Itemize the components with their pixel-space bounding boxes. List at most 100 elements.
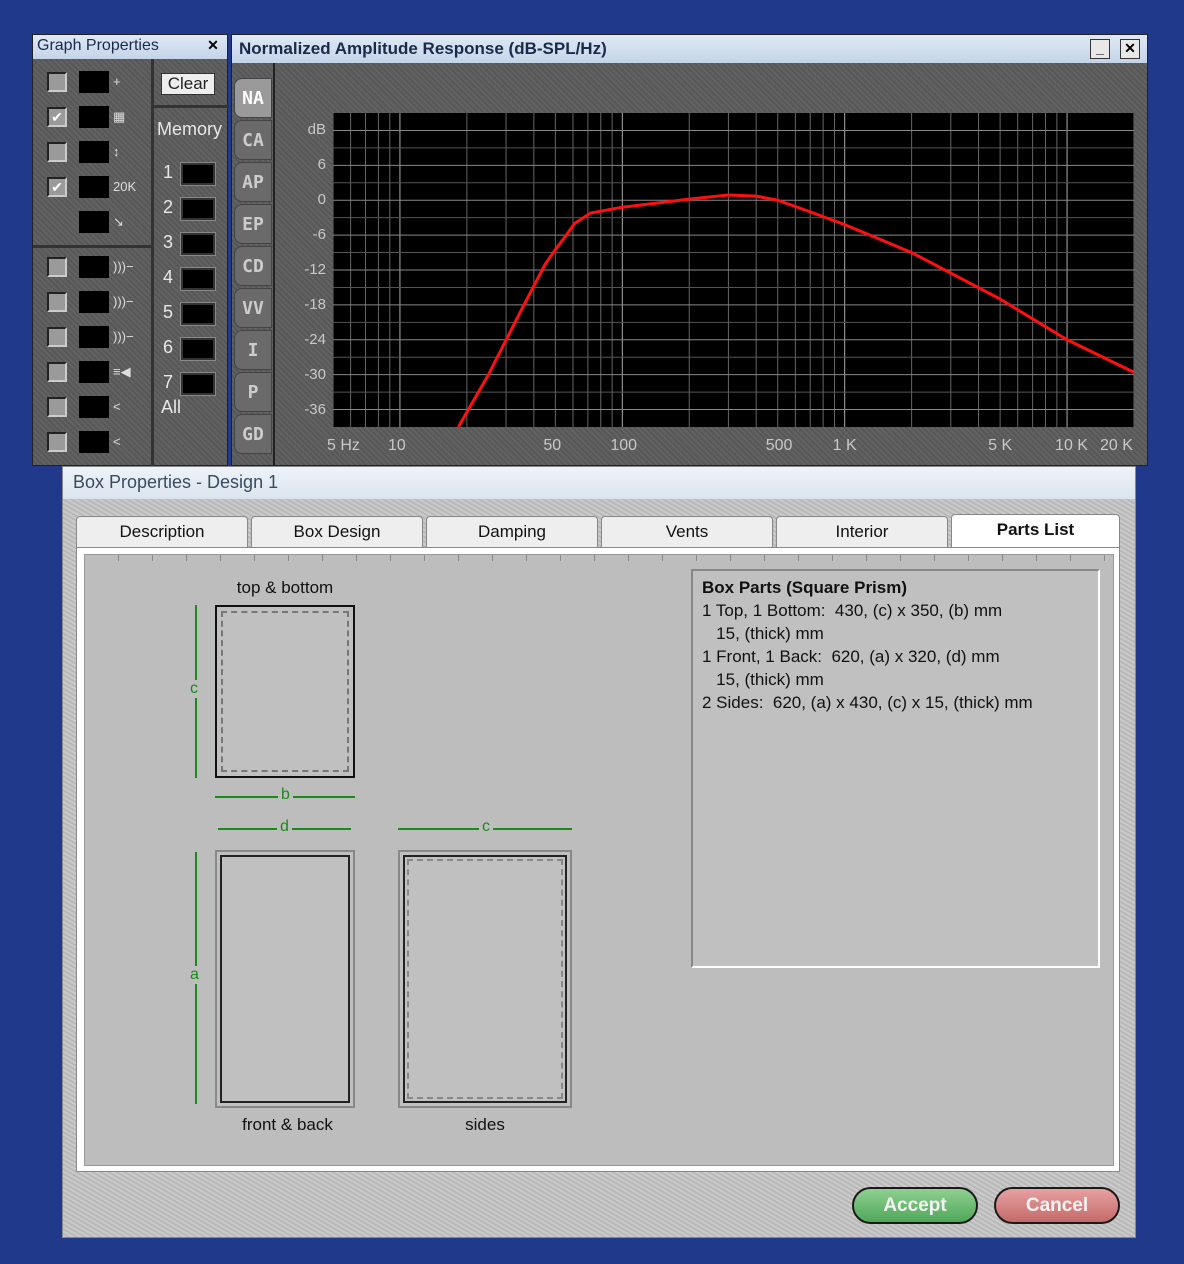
box-properties-title: Box Properties - Design 1: [73, 472, 279, 492]
parts-line: 15, (thick) mm: [702, 624, 824, 643]
extend-20k-icon: 20K: [79, 176, 139, 198]
tab-gd[interactable]: GD: [234, 414, 272, 454]
tab-p[interactable]: P: [234, 372, 272, 412]
tab-vv[interactable]: VV: [234, 288, 272, 328]
x-tick-label: 10: [387, 437, 406, 454]
y-axis-title: dB: [307, 121, 326, 139]
corner-arrow-icon: ↘: [79, 211, 139, 233]
memory-slot-6-button[interactable]: [180, 337, 216, 361]
y-tick-label: -6: [312, 226, 326, 244]
amplitude-response-plot: [333, 113, 1134, 427]
tab-ca[interactable]: CA: [234, 120, 272, 160]
option-checkbox[interactable]: [47, 432, 67, 452]
tab-description[interactable]: Description: [76, 516, 248, 548]
tab-i[interactable]: I: [234, 330, 272, 370]
close-button[interactable]: ✕: [1120, 39, 1140, 59]
tab-interior[interactable]: Interior: [776, 516, 948, 548]
y-tick-label: 0: [317, 191, 326, 209]
cancel-button[interactable]: Cancel: [994, 1187, 1120, 1224]
graph-properties-title: Graph Properties: [37, 37, 159, 54]
sides-panel: [398, 850, 572, 1108]
memory-slot-number: 5: [163, 302, 174, 322]
crosshair-icon: +: [79, 71, 139, 93]
box-properties-titlebar: Box Properties - Design 1: [63, 467, 1135, 499]
memory-slot-number: 3: [163, 232, 174, 252]
memory-slot-7-button[interactable]: [180, 372, 216, 396]
dimension-d-label: d: [277, 818, 292, 836]
driver-sound-icon: )))−: [79, 291, 139, 313]
dimension-a-label: a: [190, 966, 199, 984]
x-tick-label: 10 K: [1055, 437, 1088, 454]
tab-cd[interactable]: CD: [234, 246, 272, 286]
crossover-speaker-icon: ≡◀: [79, 361, 139, 383]
port-curve-icon: <: [79, 431, 139, 453]
option-checkbox[interactable]: [47, 72, 67, 92]
parts-heading: Box Parts (Square Prism): [702, 578, 908, 597]
tab-ap[interactable]: AP: [234, 162, 272, 202]
option-checkbox[interactable]: [47, 142, 67, 162]
memory-slot-number: 2: [163, 197, 174, 217]
tab-ep[interactable]: EP: [234, 204, 272, 244]
option-checkbox[interactable]: [47, 292, 67, 312]
grid-icon: ▦: [79, 106, 139, 128]
top-bottom-label: top & bottom: [236, 578, 334, 597]
memory-slot-2-button[interactable]: [180, 197, 216, 221]
dimension-c-label: c: [190, 680, 198, 698]
front-back-panel: [215, 850, 355, 1108]
option-checkbox[interactable]: ✔: [47, 107, 67, 127]
vertical-scale-icon: ↕: [79, 141, 139, 163]
top-bottom-panel: [215, 605, 355, 778]
minimize-button[interactable]: _: [1090, 39, 1110, 59]
option-checkbox[interactable]: [47, 327, 67, 347]
parts-line: 15, (thick) mm: [702, 670, 824, 689]
dimension-b-label: b: [278, 786, 293, 804]
option-checkbox[interactable]: [47, 362, 67, 382]
memory-slot-1-button[interactable]: [180, 162, 216, 186]
accept-button[interactable]: Accept: [852, 1187, 978, 1224]
memory-slot-3-button[interactable]: [180, 232, 216, 256]
parts-line: 1 Front, 1 Back: 620, (a) x 320, (d) mm: [702, 647, 1000, 666]
y-tick-label: 6: [317, 156, 326, 174]
option-checkbox[interactable]: [47, 397, 67, 417]
memory-slot-number: 7: [163, 372, 174, 392]
divider: [33, 245, 151, 248]
divider: [154, 105, 229, 108]
memory-all-button[interactable]: All: [161, 397, 181, 418]
dimension-c-side-label: c: [479, 818, 493, 836]
memory-slot-5-button[interactable]: [180, 302, 216, 326]
parts-line: 1 Top, 1 Bottom: 430, (c) x 350, (b) mm: [702, 601, 1003, 620]
memory-slot-number: 1: [163, 162, 174, 182]
clear-button[interactable]: Clear: [161, 73, 215, 95]
x-tick-label: 1 K: [832, 437, 857, 454]
x-tick-label: 5 K: [988, 437, 1013, 454]
memory-slot-4-button[interactable]: [180, 267, 216, 291]
graph-properties-titlebar: Graph Properties: [33, 35, 227, 59]
x-tick-label: 50: [543, 437, 562, 454]
option-checkbox[interactable]: ✔: [47, 177, 67, 197]
x-tick-label: 100: [610, 437, 638, 454]
room-sound-icon: )))−: [79, 326, 139, 348]
tab-vents[interactable]: Vents: [601, 516, 773, 548]
y-tick-label: -36: [304, 400, 326, 418]
memory-slot-number: 6: [163, 337, 174, 357]
front-back-label: front & back: [242, 1115, 333, 1134]
tab-damping[interactable]: Damping: [426, 516, 598, 548]
graph-window-titlebar: Normalized Amplitude Response (dB-SPL/Hz…: [232, 35, 1147, 63]
speaker-curve-icon: <: [79, 396, 139, 418]
tab-parts-list[interactable]: Parts List: [951, 514, 1120, 548]
parts-line: 2 Sides: 620, (a) x 430, (c) x 15, (thic…: [702, 693, 1033, 712]
parts-text-box: Box Parts (Square Prism) 1 Top, 1 Bottom…: [691, 569, 1100, 968]
sides-label: sides: [465, 1115, 505, 1134]
graph-properties-window: Graph Properties ✕ + ✔ ▦ ↕ ✔ 20K ↘ )))− )))− )))−…: [32, 34, 229, 467]
x-tick-label: 20 K: [1100, 437, 1133, 454]
tab-na[interactable]: NA: [234, 78, 272, 118]
tab-box-design[interactable]: Box Design: [251, 516, 423, 548]
speaker-sound-icon: )))−: [79, 256, 139, 278]
option-checkbox[interactable]: [47, 257, 67, 277]
x-tick-label: 500: [765, 437, 793, 454]
memory-label: Memory: [157, 119, 223, 139]
y-tick-label: -18: [304, 295, 326, 313]
x-tick-label: 5 Hz: [327, 437, 360, 454]
y-tick-label: -30: [304, 365, 326, 383]
graph-properties-close-button[interactable]: ✕: [203, 37, 223, 57]
